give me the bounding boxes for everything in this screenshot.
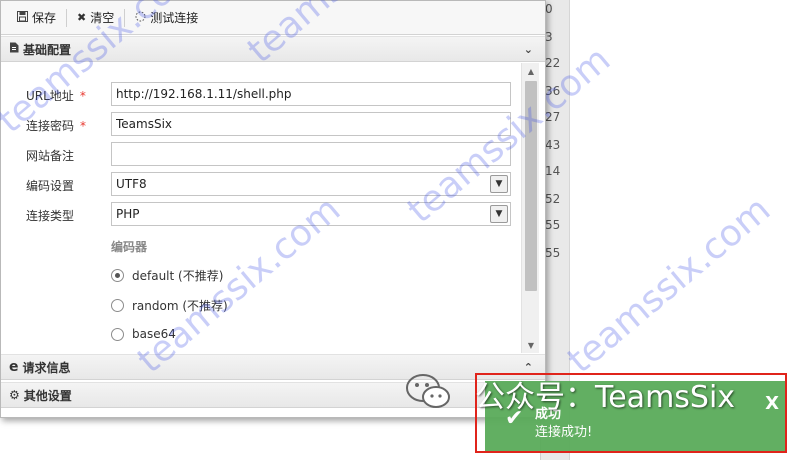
chevron-down-icon[interactable]: ▼ xyxy=(490,175,508,193)
section-request-info-header[interactable]: e 请求信息 ⌃ xyxy=(1,354,545,380)
radio-icon[interactable] xyxy=(111,327,124,341)
background-number: 36 xyxy=(545,84,561,98)
background-number: 55 xyxy=(545,218,561,232)
toolbar-divider xyxy=(124,8,126,27)
toast-message: 连接成功! xyxy=(535,425,593,440)
wechat-account-text: 公众号：TeamsSix xyxy=(475,380,736,415)
browser-e-icon: e xyxy=(9,359,19,375)
background-number: 55 xyxy=(545,246,561,260)
shell-config-dialog: 保存 ✖ 清空 测试连接 基础配置 ⌄ URL地址* 连接密码* xyxy=(0,0,546,418)
url-label: URL地址 * xyxy=(26,89,86,103)
form-scrollbar[interactable]: ▲ ▼ xyxy=(521,63,539,353)
encoder-option-base64[interactable]: base64 xyxy=(111,327,176,341)
background-number: 27 xyxy=(545,110,561,124)
encoder-option-random[interactable]: random (不推荐) xyxy=(111,297,228,314)
save-button[interactable]: 保存 xyxy=(9,1,64,35)
section-basic-config-header[interactable]: 基础配置 ⌄ xyxy=(1,36,545,62)
spinner-icon xyxy=(135,11,146,25)
radio-icon[interactable] xyxy=(111,269,124,282)
note-field[interactable] xyxy=(111,142,511,166)
basic-config-form: URL地址* 连接密码* 网站备注 编码设置 UTF8 ▼ 连接类型 PHP ▼… xyxy=(1,63,545,353)
encoder-option-default[interactable]: default (不推荐) xyxy=(111,267,223,284)
type-row: 连接类型 PHP ▼ xyxy=(1,202,521,228)
save-label: 保存 xyxy=(32,11,57,25)
chevron-down-icon: ⌄ xyxy=(523,42,533,56)
encoding-select[interactable]: UTF8 ▼ xyxy=(111,172,511,196)
scrollbar-thumb[interactable] xyxy=(525,81,537,291)
password-label: 连接密码 * xyxy=(26,119,87,133)
encoding-value: UTF8 xyxy=(116,177,147,191)
encoder-option-label: default (不推荐) xyxy=(132,269,224,283)
password-field[interactable] xyxy=(111,112,511,136)
scroll-down-icon[interactable]: ▼ xyxy=(522,337,540,353)
encoding-label: 编码设置 xyxy=(26,179,75,193)
background-number: 0 xyxy=(545,2,553,16)
clear-label: 清空 xyxy=(90,11,115,25)
test-connection-button[interactable]: 测试连接 xyxy=(127,1,206,35)
clear-button[interactable]: ✖ 清空 xyxy=(69,1,122,35)
document-icon xyxy=(9,42,19,56)
url-row: URL地址 * xyxy=(1,82,521,108)
type-label: 连接类型 xyxy=(26,209,75,223)
background-number: 3 xyxy=(545,30,553,44)
note-label: 网站备注 xyxy=(26,149,75,163)
close-icon[interactable]: X xyxy=(765,393,779,414)
encoder-option-label: base64 xyxy=(132,327,176,341)
password-row: 连接密码 * xyxy=(1,112,521,138)
close-icon: ✖ xyxy=(77,11,87,24)
background-number: 22 xyxy=(545,56,561,70)
chevron-down-icon[interactable]: ▼ xyxy=(490,205,508,223)
wechat-icon xyxy=(406,374,450,408)
encoder-option-label: random (不推荐) xyxy=(132,299,228,313)
type-select[interactable]: PHP ▼ xyxy=(111,202,511,226)
encoder-label: 编码器 xyxy=(111,240,148,254)
section-other-settings-header[interactable]: ⚙ 其他设置 xyxy=(1,382,545,408)
background-number: 52 xyxy=(545,192,561,206)
note-row: 网站备注 xyxy=(1,142,521,168)
url-field[interactable] xyxy=(111,82,511,106)
test-connection-label: 测试连接 xyxy=(150,11,199,25)
radio-icon[interactable] xyxy=(111,299,124,312)
required-mark: * xyxy=(80,119,87,133)
save-icon xyxy=(17,10,28,25)
section-basic-config-title: 基础配置 xyxy=(23,42,72,57)
section-request-info-title: 请求信息 xyxy=(22,360,71,375)
encoding-row: 编码设置 UTF8 ▼ xyxy=(1,172,521,198)
dialog-toolbar: 保存 ✖ 清空 测试连接 xyxy=(1,1,545,35)
background-number: 14 xyxy=(545,164,561,178)
scroll-up-icon[interactable]: ▲ xyxy=(522,63,540,79)
toolbar-divider xyxy=(66,8,68,27)
type-value: PHP xyxy=(116,207,140,221)
required-mark: * xyxy=(79,89,86,103)
gears-icon: ⚙ xyxy=(9,388,20,402)
background-number: 43 xyxy=(545,138,561,152)
section-other-settings-title: 其他设置 xyxy=(23,388,72,403)
